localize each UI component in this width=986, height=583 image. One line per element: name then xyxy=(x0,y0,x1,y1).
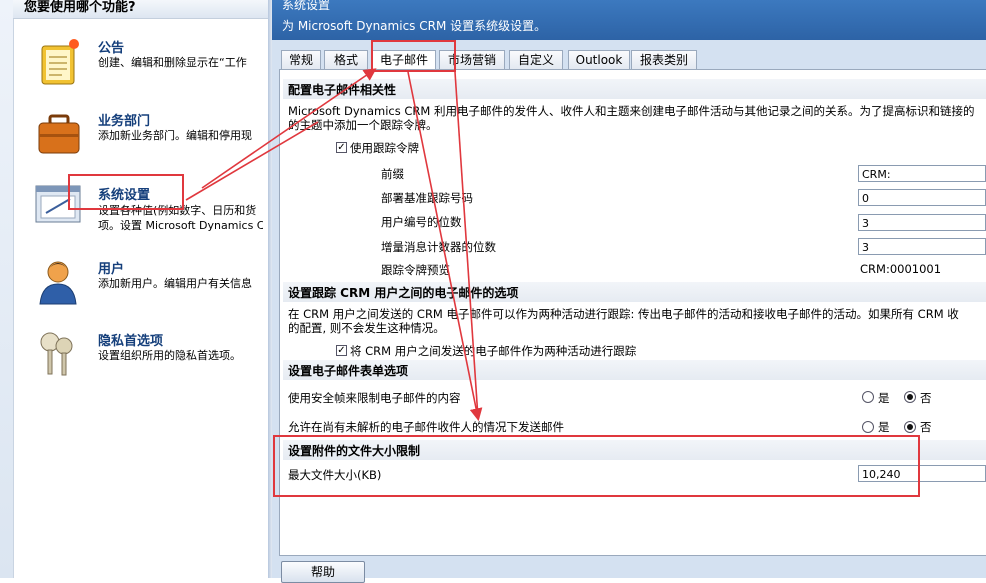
annotation-arrow-to-tab xyxy=(201,68,377,189)
annotation-arrows xyxy=(185,68,483,422)
annotation-arrow-to-attachment-right xyxy=(454,71,479,419)
annotation-arrow-to-attachment-left xyxy=(407,71,483,422)
annotation-arrow-diagonal xyxy=(185,121,319,201)
